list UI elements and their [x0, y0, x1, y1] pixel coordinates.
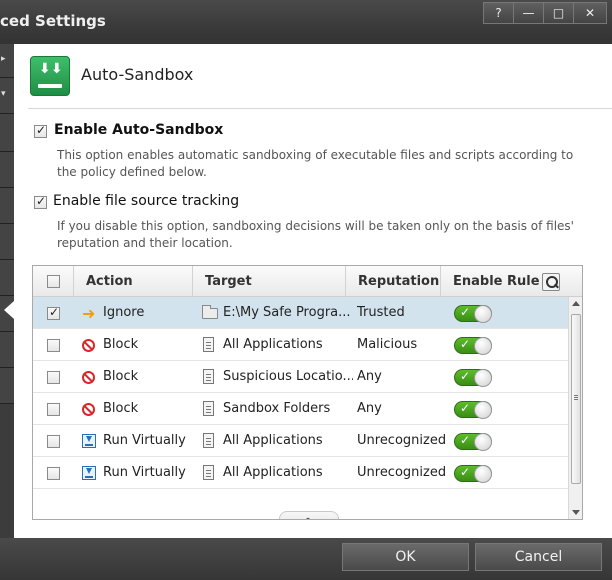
column-header-action[interactable]: Action [73, 266, 193, 297]
window-title: ced Settings [0, 12, 106, 30]
action-cell: Block [103, 369, 139, 384]
reputation-cell: Unrecognized [357, 465, 445, 480]
nav-item[interactable] [0, 114, 14, 152]
page-title: Auto-Sandbox [81, 65, 194, 84]
target-cell: Sandbox Folders [223, 401, 331, 416]
target-cell: All Applications [223, 465, 323, 480]
dialog-footer: OK Cancel [0, 538, 612, 580]
enable-rule-toggle[interactable] [454, 337, 492, 355]
nav-item[interactable]: ▸ [0, 44, 14, 78]
nav-item[interactable] [0, 152, 14, 188]
block-icon [82, 339, 95, 352]
nav-item[interactable] [0, 188, 14, 224]
enable-auto-sandbox-checkbox[interactable] [34, 123, 47, 138]
reputation-cell: Trusted [357, 305, 405, 320]
collapse-toggle[interactable]: ︿ [279, 510, 339, 520]
auto-sandbox-panel: ⬇⬇ Auto-Sandbox Enable Auto-Sandbox This… [14, 44, 612, 538]
table-row[interactable]: Block All Applications Malicious [33, 329, 568, 361]
run-virtually-icon [82, 466, 96, 480]
chevron-up-icon: ︿ [302, 510, 315, 520]
enable-file-source-tracking-checkbox[interactable] [34, 194, 47, 209]
row-checkbox[interactable] [47, 403, 60, 416]
ok-button[interactable]: OK [342, 543, 469, 571]
reputation-cell: Any [357, 401, 382, 416]
table-row[interactable]: ➜ Ignore E:\My Safe Progra... Trusted [33, 297, 568, 329]
reputation-cell: Unrecognized [357, 433, 445, 448]
column-header-reputation[interactable]: Reputation [346, 266, 441, 297]
reputation-cell: Malicious [357, 337, 418, 352]
enable-rule-toggle[interactable] [454, 369, 492, 387]
title-bar: ced Settings ? — □ ✕ [0, 0, 612, 44]
action-cell: Run Virtually [103, 433, 186, 448]
close-button[interactable]: ✕ [573, 2, 607, 24]
header-divider [28, 108, 612, 109]
nav-item[interactable] [0, 224, 14, 260]
left-navigation: ▸ ▾ [0, 44, 14, 538]
folder-icon [202, 305, 218, 319]
enable-file-source-tracking-description: If you disable this option, sandboxing d… [57, 219, 574, 250]
table-row[interactable]: Run Virtually All Applications Unrecognize… [33, 425, 568, 457]
selection-pointer-icon [4, 301, 14, 319]
window-controls: ? — □ ✕ [483, 2, 607, 24]
block-icon [82, 371, 95, 384]
target-cell: All Applications [223, 433, 323, 448]
block-icon [82, 403, 95, 416]
documents-icon [200, 433, 214, 452]
row-checkbox[interactable] [47, 435, 60, 448]
column-header-target[interactable]: Target [193, 266, 346, 297]
documents-icon [200, 465, 214, 484]
table-row[interactable]: Run Virtually All Applications Unrecognize… [33, 457, 568, 489]
enable-rule-toggle[interactable] [454, 305, 492, 323]
run-virtually-icon [82, 434, 96, 448]
chevron-right-icon: ▸ [1, 54, 6, 64]
enable-file-source-tracking-label[interactable]: Enable file source tracking [53, 193, 239, 209]
cancel-button[interactable]: Cancel [475, 543, 602, 571]
target-cell: All Applications [223, 337, 323, 352]
nav-item-selected[interactable] [0, 332, 14, 368]
select-all-checkbox[interactable] [47, 275, 60, 288]
action-cell: Ignore [103, 305, 145, 320]
scroll-down-icon[interactable] [572, 510, 580, 515]
row-checkbox[interactable] [47, 339, 60, 352]
scroll-thumb[interactable] [571, 314, 581, 484]
action-cell: Block [103, 401, 139, 416]
nav-item[interactable] [0, 260, 14, 296]
help-button[interactable]: ? [483, 2, 514, 24]
target-cell: E:\My Safe Progra... [223, 305, 351, 320]
nav-item[interactable]: ▾ [0, 78, 14, 114]
enable-auto-sandbox-label[interactable]: Enable Auto-Sandbox [54, 122, 223, 138]
minimize-button[interactable]: — [513, 2, 544, 24]
search-icon[interactable] [542, 273, 560, 291]
arrow-right-icon: ➜ [82, 304, 96, 323]
rules-table: Action Target Reputation Enable Rule ➜ Ig… [32, 265, 583, 520]
row-checkbox[interactable] [47, 371, 60, 384]
maximize-button[interactable]: □ [543, 2, 574, 24]
nav-item[interactable] [0, 368, 14, 404]
row-checkbox[interactable] [47, 305, 60, 320]
enable-rule-toggle[interactable] [454, 433, 492, 451]
reputation-cell: Any [357, 369, 382, 384]
table-header: Action Target Reputation Enable Rule [33, 266, 582, 297]
chevron-down-icon: ▾ [1, 89, 6, 99]
table-row[interactable]: Block Sandbox Folders Any [33, 393, 568, 425]
target-cell: Suspicious Locatio... [223, 369, 353, 384]
sandbox-download-icon: ⬇ ⬇ [30, 56, 70, 96]
action-cell: Block [103, 337, 139, 352]
scroll-up-icon[interactable] [572, 301, 580, 306]
enable-auto-sandbox-description: This option enables automatic sandboxing… [57, 148, 574, 179]
row-checkbox[interactable] [47, 467, 60, 480]
action-cell: Run Virtually [103, 465, 186, 480]
enable-rule-toggle[interactable] [454, 401, 492, 419]
documents-icon [200, 401, 214, 420]
table-scrollbar[interactable] [568, 297, 582, 519]
documents-icon [200, 369, 214, 388]
table-row[interactable]: Block Suspicious Locatio... Any [33, 361, 568, 393]
enable-rule-toggle[interactable] [454, 465, 492, 483]
documents-icon [200, 337, 214, 356]
